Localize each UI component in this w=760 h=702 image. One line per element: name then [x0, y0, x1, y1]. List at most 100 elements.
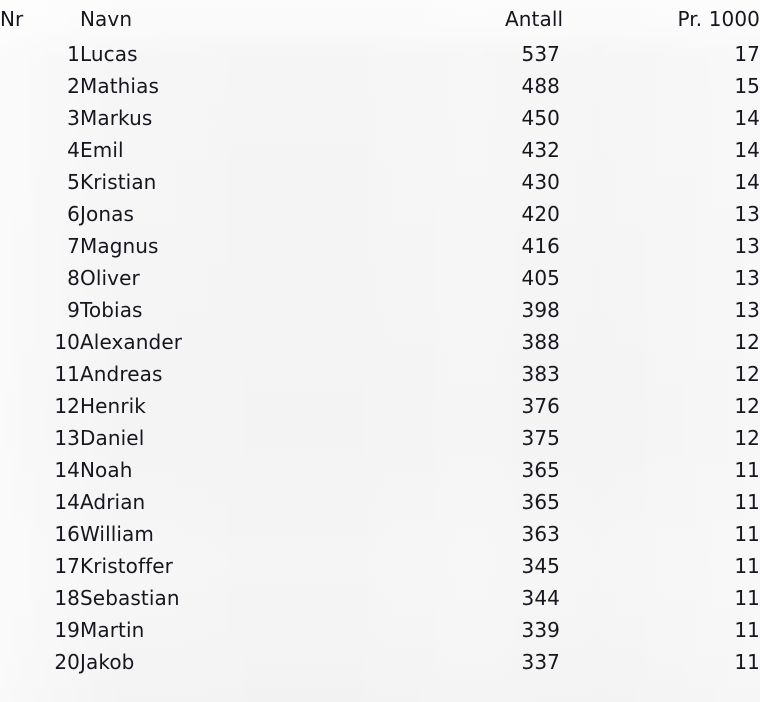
- cell-pr1000-value: 12: [734, 394, 760, 418]
- cell-navn-value: Alexander: [80, 330, 183, 354]
- cell-pr1000-value: 11: [734, 618, 760, 642]
- cell-pr1000: 11: [560, 614, 760, 646]
- cell-antall: 450: [505, 102, 560, 134]
- cell-antall: 416: [505, 230, 560, 262]
- table-row: 13 Daniel 375 12: [0, 422, 760, 454]
- cell-pr1000-value: 11: [734, 650, 760, 674]
- cell-pr1000-value: 11: [734, 586, 760, 610]
- cell-navn: Kristian: [80, 166, 505, 198]
- table-row: 14 Adrian 365 11: [0, 486, 760, 518]
- cell-antall: 398: [505, 294, 560, 326]
- cell-navn-value: Markus: [80, 106, 153, 130]
- column-header-nr-label: Nr: [0, 7, 24, 31]
- cell-nr-value: 14: [54, 458, 80, 482]
- column-header-nr: Nr: [0, 0, 80, 38]
- column-header-antall-label: Antall: [505, 7, 564, 31]
- cell-nr: 14: [0, 486, 80, 518]
- cell-pr1000: 13: [560, 230, 760, 262]
- cell-nr-value: 13: [54, 426, 80, 450]
- cell-antall: 363: [505, 518, 560, 550]
- cell-antall: 420: [505, 198, 560, 230]
- column-header-antall: Antall: [505, 0, 564, 38]
- page-container: Nr Navn Antall Pr. 1000 1 Lucas 537 17 2 Math…: [0, 0, 760, 702]
- cell-nr: 7: [0, 230, 80, 262]
- cell-antall: 405: [505, 262, 560, 294]
- table-row: 19 Martin 339 11: [0, 614, 760, 646]
- cell-antall-value: 430: [521, 170, 560, 194]
- cell-navn-value: Kristian: [80, 170, 157, 194]
- cell-antall-value: 344: [521, 586, 560, 610]
- cell-antall-value: 450: [521, 106, 560, 130]
- cell-nr-value: 16: [54, 522, 80, 546]
- cell-navn: Mathias: [80, 70, 505, 102]
- cell-navn-value: Adrian: [80, 490, 146, 514]
- cell-pr1000: 12: [560, 390, 760, 422]
- table-row: 6 Jonas 420 13: [0, 198, 760, 230]
- cell-navn-value: William: [80, 522, 155, 546]
- cell-pr1000-value: 12: [734, 330, 760, 354]
- cell-nr: 10: [0, 326, 80, 358]
- table-row: 3 Markus 450 14: [0, 102, 760, 134]
- cell-antall: 388: [505, 326, 560, 358]
- column-header-pr1000: Pr. 1000: [560, 0, 760, 38]
- cell-navn-value: Jonas: [80, 202, 134, 226]
- cell-antall: 488: [505, 70, 560, 102]
- cell-navn-value: Oliver: [80, 266, 140, 290]
- cell-antall-value: 405: [521, 266, 560, 290]
- cell-pr1000-value: 13: [734, 298, 760, 322]
- cell-pr1000: 11: [560, 646, 760, 678]
- cell-antall: 365: [505, 486, 560, 518]
- cell-antall-value: 365: [521, 458, 560, 482]
- cell-nr-value: 19: [54, 618, 80, 642]
- cell-pr1000: 13: [560, 198, 760, 230]
- cell-navn: Markus: [80, 102, 505, 134]
- cell-nr: 4: [0, 134, 80, 166]
- cell-antall: 339: [505, 614, 560, 646]
- cell-antall-value: 363: [521, 522, 560, 546]
- cell-nr: 17: [0, 550, 80, 582]
- cell-navn-value: Noah: [80, 458, 133, 482]
- cell-pr1000-value: 12: [734, 426, 760, 450]
- table-row: 5 Kristian 430 14: [0, 166, 760, 198]
- cell-pr1000-value: 11: [734, 554, 760, 578]
- cell-navn-value: Kristoffer: [80, 554, 174, 578]
- cell-pr1000-value: 11: [734, 458, 760, 482]
- cell-nr: 19: [0, 614, 80, 646]
- cell-navn: Emil: [80, 134, 505, 166]
- cell-navn: Noah: [80, 454, 505, 486]
- cell-nr-value: 8: [67, 266, 80, 290]
- cell-pr1000-value: 14: [734, 170, 760, 194]
- cell-pr1000-value: 12: [734, 362, 760, 386]
- cell-nr: 18: [0, 582, 80, 614]
- cell-pr1000: 14: [560, 102, 760, 134]
- cell-antall-value: 488: [521, 74, 560, 98]
- cell-nr-value: 20: [54, 650, 80, 674]
- cell-nr-value: 7: [67, 234, 80, 258]
- table-row: 17 Kristoffer 345 11: [0, 550, 760, 582]
- cell-antall-value: 337: [521, 650, 560, 674]
- cell-nr-value: 6: [67, 202, 80, 226]
- cell-pr1000-value: 11: [734, 490, 760, 514]
- cell-nr: 11: [0, 358, 80, 390]
- cell-navn: Oliver: [80, 262, 505, 294]
- cell-pr1000-value: 13: [734, 266, 760, 290]
- cell-antall-value: 432: [521, 138, 560, 162]
- table-row: 14 Noah 365 11: [0, 454, 760, 486]
- cell-nr-value: 10: [54, 330, 80, 354]
- table-row: 16 William 363 11: [0, 518, 760, 550]
- table-row: 11 Andreas 383 12: [0, 358, 760, 390]
- cell-navn-value: Lucas: [80, 42, 138, 66]
- cell-pr1000-value: 13: [734, 234, 760, 258]
- table-row: 9 Tobias 398 13: [0, 294, 760, 326]
- cell-pr1000: 11: [560, 518, 760, 550]
- cell-nr: 6: [0, 198, 80, 230]
- cell-nr: 16: [0, 518, 80, 550]
- cell-pr1000: 12: [560, 422, 760, 454]
- cell-nr: 8: [0, 262, 80, 294]
- cell-pr1000: 11: [560, 486, 760, 518]
- cell-antall: 376: [505, 390, 560, 422]
- cell-navn: Lucas: [80, 38, 505, 70]
- cell-navn-value: Tobias: [80, 298, 143, 322]
- cell-navn: William: [80, 518, 505, 550]
- cell-navn: Andreas: [80, 358, 505, 390]
